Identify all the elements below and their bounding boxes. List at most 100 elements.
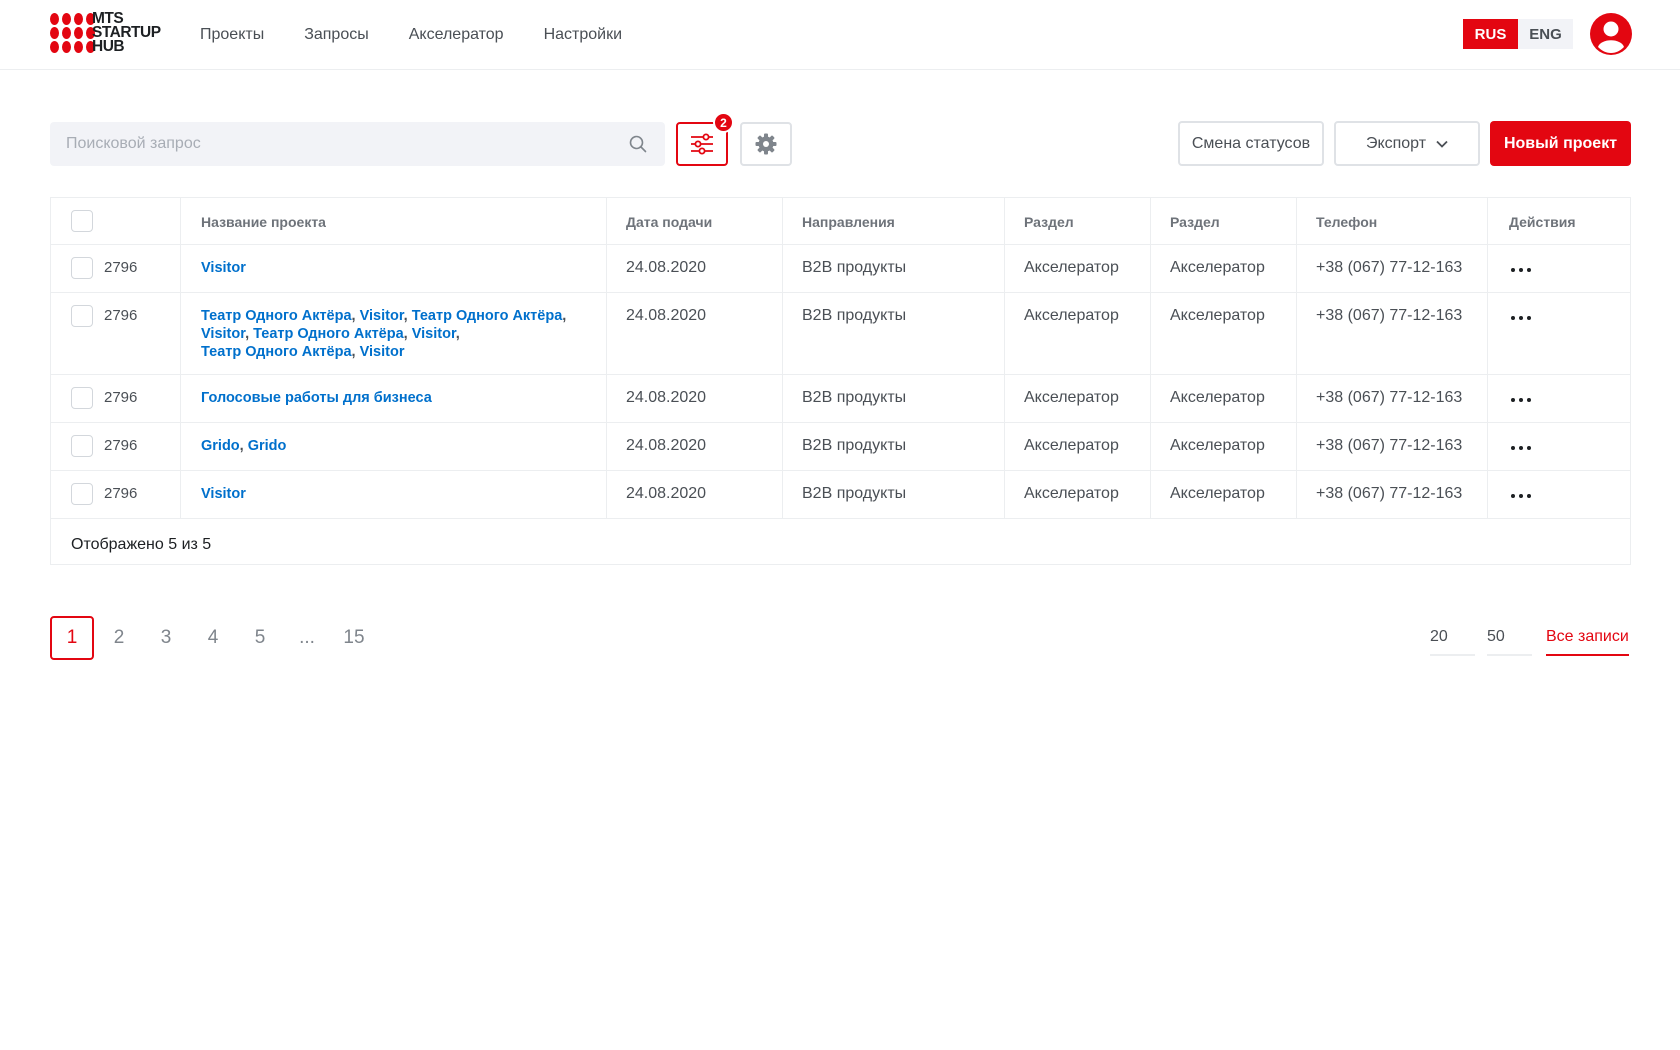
row-actions-button[interactable] [1509,312,1537,322]
row-phone: +38 (067) 77-12-163 [1316,307,1463,324]
row-actions-button[interactable] [1509,442,1537,452]
column-header-section[interactable]: Раздел [1024,214,1074,230]
search-box [50,122,665,166]
project-link[interactable]: Театр Одного Актёра [412,308,563,324]
chevron-down-icon [1436,140,1448,148]
page-button-3[interactable]: 3 [144,616,188,660]
logo-text: MTS STARTUP HUB [92,10,161,55]
search-icon[interactable] [629,135,647,153]
project-link[interactable]: Театр Одного Актёра [201,344,352,360]
table-row: 2796 Grido, Grido 24.08.2020 B2B продукт… [51,423,1630,471]
project-link[interactable]: Visitor [201,260,246,276]
project-link[interactable]: Театр Одного Актёра [201,308,352,324]
row-direction: B2B продукты [802,485,907,502]
row-phone: +38 (067) 77-12-163 [1316,389,1463,406]
row-actions-button[interactable] [1509,490,1537,500]
row-direction: B2B продукты [802,307,907,324]
row-date: 24.08.2020 [626,307,707,324]
sliders-icon [691,133,713,155]
table-row: 2796 Театр Одного Актёра, Visitor, Театр… [51,293,1630,375]
column-header-section-2[interactable]: Раздел [1170,214,1220,230]
page-button-5[interactable]: 5 [238,616,282,660]
project-link[interactable]: Visitor [360,344,405,360]
row-date: 24.08.2020 [626,485,707,502]
project-link[interactable]: Visitor [412,326,456,342]
row-date: 24.08.2020 [626,259,707,276]
row-date: 24.08.2020 [626,437,707,454]
project-link[interactable]: Голосовые работы для бизнеса [201,390,432,406]
table-footer-count: Отображено 5 из 5 [71,536,212,553]
user-avatar-icon[interactable] [1590,13,1632,55]
new-project-button[interactable]: Новый проект [1490,121,1631,166]
row-checkbox[interactable] [71,387,93,409]
row-checkbox[interactable] [71,435,93,457]
page-button-15[interactable]: 15 [332,616,376,660]
column-header-actions: Действия [1509,214,1576,230]
row-actions-button[interactable] [1509,264,1537,274]
per-page-20[interactable]: 20 [1430,628,1475,656]
table-row: 2796 Visitor 24.08.2020 B2B продукты Акс… [51,471,1630,519]
row-id: 2796 [104,485,138,502]
project-link[interactable]: Visitor [201,326,245,342]
project-link[interactable]: Grido [201,438,240,454]
project-link[interactable]: Grido [248,438,287,454]
page-button-2[interactable]: 2 [97,616,141,660]
select-all-checkbox[interactable] [71,210,93,232]
filter-count-badge: 2 [713,112,734,133]
column-header-name[interactable]: Название проекта [201,214,326,230]
search-input[interactable] [50,122,610,166]
project-link[interactable]: Visitor [201,486,246,502]
column-header-date[interactable]: Дата подачи [626,214,712,230]
project-name: Grido, Grido [201,438,287,454]
row-checkbox[interactable] [71,305,93,327]
mts-startup-hub-logo[interactable]: MTS STARTUP HUB [50,10,172,55]
nav-item-requests[interactable]: Запросы [304,26,369,44]
row-section: Акселератор [1024,389,1119,406]
project-name: Visitor [201,485,571,503]
row-id: 2796 [104,437,138,454]
page-ellipsis: ... [299,627,315,648]
column-header-direction[interactable]: Направления [802,214,895,230]
row-section: Акселератор [1024,259,1119,276]
table-row: 2796 Голосовые работы для бизнеса 24.08.… [51,375,1630,423]
row-section-2: Акселератор [1170,259,1265,276]
row-checkbox[interactable] [71,483,93,505]
row-section-2: Акселератор [1170,389,1265,406]
row-section-2: Акселератор [1170,485,1265,502]
column-header-phone[interactable]: Телефон [1316,214,1377,230]
projects-table: Название проекта Дата подачи Направления… [50,197,1631,565]
per-page-all[interactable]: Все записи [1546,628,1629,656]
table-header-row: Название проекта Дата подачи Направления… [51,198,1630,245]
table-row: 2796 Visitor 24.08.2020 B2B продукты Акс… [51,245,1630,293]
row-id: 2796 [104,307,138,324]
row-section: Акселератор [1024,307,1119,324]
project-link[interactable]: Театр Одного Актёра [253,326,404,342]
lang-rus-button[interactable]: RUS [1463,19,1518,49]
row-phone: +38 (067) 77-12-163 [1316,259,1463,276]
export-dropdown-button[interactable]: Экспорт [1334,121,1480,166]
row-section: Акселератор [1024,437,1119,454]
row-actions-button[interactable] [1509,394,1537,404]
page-button-4[interactable]: 4 [191,616,235,660]
nav-item-settings[interactable]: Настройки [544,26,622,44]
table-settings-button[interactable] [740,122,792,166]
row-id: 2796 [104,389,138,406]
nav-item-projects[interactable]: Проекты [200,26,264,44]
row-checkbox[interactable] [71,257,93,279]
row-phone: +38 (067) 77-12-163 [1316,437,1463,454]
row-direction: B2B продукты [802,259,907,276]
main-nav: Проекты Запросы Акселератор Настройки [200,0,662,70]
language-switcher: RUS ENG [1463,19,1573,49]
project-link[interactable]: Visitor [360,308,404,324]
row-phone: +38 (067) 77-12-163 [1316,485,1463,502]
nav-item-accelerator[interactable]: Акселератор [409,26,504,44]
lang-eng-button[interactable]: ENG [1518,19,1573,49]
row-section-2: Акселератор [1170,437,1265,454]
project-name: Голосовые работы для бизнеса [201,389,571,407]
row-date: 24.08.2020 [626,389,707,406]
per-page-50[interactable]: 50 [1487,628,1532,656]
change-status-button[interactable]: Смена статусов [1178,121,1324,166]
top-header: MTS STARTUP HUB Проекты Запросы Акселерато… [0,0,1680,70]
row-direction: B2B продукты [802,389,907,406]
page-button-1[interactable]: 1 [50,616,94,660]
